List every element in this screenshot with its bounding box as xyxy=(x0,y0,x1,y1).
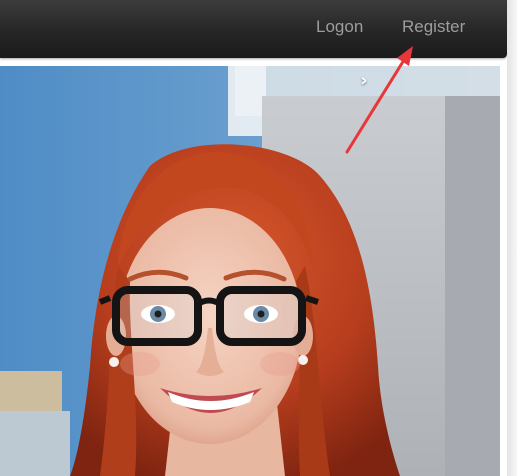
page-right-edge xyxy=(507,0,517,476)
carousel-next-arrow-icon[interactable]: › xyxy=(356,70,372,92)
hero-photo xyxy=(0,66,500,476)
logon-link[interactable]: Logon xyxy=(316,17,363,37)
page: Logon Register › xyxy=(0,0,517,476)
top-navbar: Logon Register xyxy=(0,0,507,58)
hero-carousel: › xyxy=(0,66,500,476)
register-link[interactable]: Register xyxy=(402,17,465,37)
